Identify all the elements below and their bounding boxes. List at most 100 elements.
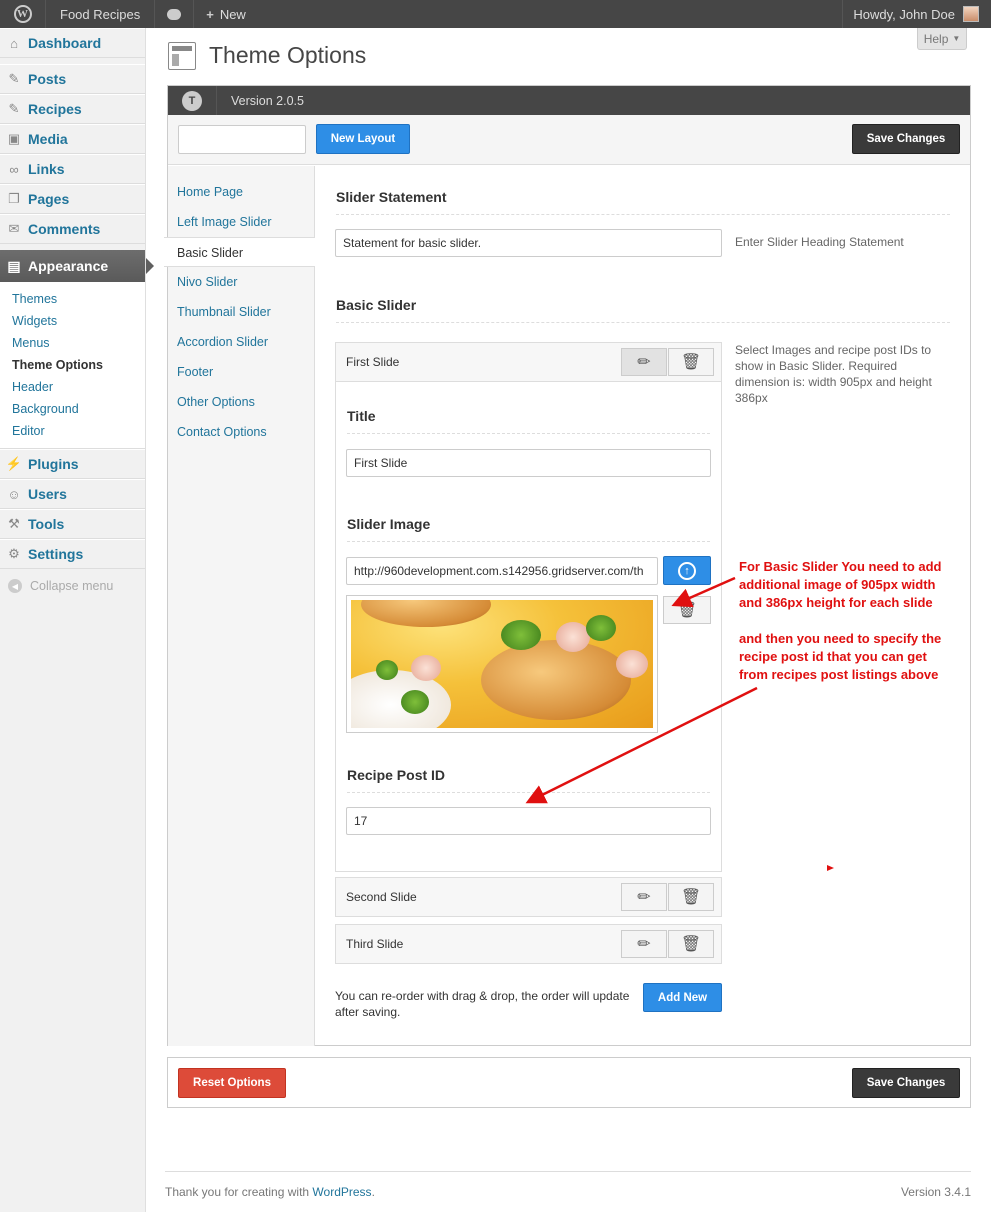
- settings-icon: ⚙: [8, 546, 20, 561]
- new-content-button[interactable]: + New: [194, 0, 258, 28]
- slider-statement-input[interactable]: Statement for basic slider.: [335, 229, 722, 257]
- submenu-item-widgets[interactable]: Widgets: [0, 310, 145, 332]
- collapse-arrow-icon: ◀: [8, 579, 22, 593]
- options-nav-accordion-slider[interactable]: Accordion Slider: [168, 327, 314, 357]
- link-icon: ∞: [9, 161, 19, 177]
- menu-item-recipes[interactable]: ✎ Recipes: [0, 94, 145, 124]
- footer-version: Version 3.4.1: [900, 1185, 971, 1199]
- triangle-down-icon: ▼: [952, 34, 961, 43]
- slider-image-url-input[interactable]: http://960development.com.s142956.gridse…: [346, 557, 658, 585]
- options-nav-contact-options[interactable]: Contact Options: [168, 417, 314, 447]
- annotation-text: For Basic Slider You need to add additio…: [739, 559, 942, 682]
- pencil-icon: ✏: [637, 936, 651, 953]
- menu-item-plugins[interactable]: ⚡ Plugins: [0, 449, 145, 479]
- options-nav-thumbnail-slider[interactable]: Thumbnail Slider: [168, 297, 314, 327]
- menu-item-posts[interactable]: ✎ Posts: [0, 64, 145, 94]
- menu-label: Tools: [28, 516, 65, 532]
- comments-button[interactable]: [155, 0, 195, 28]
- menu-item-comments[interactable]: ✉ Comments: [0, 214, 145, 244]
- reorder-note: You can re-order with drag & drop, the o…: [335, 989, 630, 1019]
- upload-arrow-icon: ↑: [678, 561, 696, 580]
- save-changes-button[interactable]: Save Changes: [852, 124, 960, 154]
- recipe-post-id-label: Recipe Post ID: [347, 767, 446, 783]
- new-layout-button[interactable]: New Layout: [316, 124, 410, 154]
- menu-item-media[interactable]: ▣ Media: [0, 124, 145, 154]
- collapse-label: Collapse menu: [30, 579, 114, 593]
- slide-title: Third Slide: [346, 937, 404, 951]
- admin-bar: W Food Recipes + New Howdy, John Doe: [0, 0, 991, 28]
- food-photo: [351, 600, 653, 728]
- reset-options-button[interactable]: Reset Options: [178, 1068, 286, 1098]
- layout-name-input[interactable]: [178, 125, 306, 154]
- edit-slide-button[interactable]: ✏: [621, 930, 667, 958]
- menu-item-tools[interactable]: ⚒ Tools: [0, 509, 145, 539]
- options-nav-other-options[interactable]: Other Options: [168, 387, 314, 417]
- dashboard-icon: ⌂: [10, 35, 18, 51]
- recipe-post-id-input[interactable]: 17: [346, 807, 711, 835]
- wordpress-link[interactable]: WordPress: [312, 1185, 371, 1199]
- options-nav-home-page[interactable]: Home Page: [168, 177, 314, 207]
- version-label: Version 2.0.5: [231, 93, 304, 108]
- slide-title-input[interactable]: First Slide: [346, 449, 711, 477]
- wordpress-icon: W: [13, 5, 32, 23]
- plus-icon: +: [206, 6, 214, 22]
- delete-slide-button[interactable]: 🗑: [668, 883, 714, 911]
- menu-label: Appearance: [28, 258, 109, 274]
- collapse-menu-button[interactable]: ◀ Collapse menu: [0, 569, 145, 603]
- tools-icon: ⚒: [8, 516, 20, 531]
- menu-item-appearance[interactable]: ▤ Appearance: [0, 250, 154, 282]
- admin-sidebar: ⌂ Dashboard ✎ Posts ✎ Recipes ▣ Media ∞ …: [0, 28, 154, 1212]
- add-new-slide-button[interactable]: Add New: [643, 983, 722, 1012]
- menu-item-pages[interactable]: ❐ Pages: [0, 184, 145, 214]
- submenu-item-theme-options[interactable]: Theme Options: [0, 354, 145, 376]
- options-footer-bar: Reset Options Save Changes: [167, 1057, 971, 1108]
- menu-item-users[interactable]: ☺ Users: [0, 479, 145, 509]
- menu-item-dashboard[interactable]: ⌂ Dashboard: [0, 28, 145, 58]
- submenu-item-header[interactable]: Header: [0, 376, 145, 398]
- theme-options-page-icon: [168, 42, 196, 70]
- delete-slide-button[interactable]: 🗑: [668, 930, 714, 958]
- options-nav-footer[interactable]: Footer: [168, 357, 314, 387]
- submenu-item-background[interactable]: Background: [0, 398, 145, 420]
- trash-icon: 🗑: [676, 602, 698, 619]
- plug-icon: ⚡: [5, 456, 23, 471]
- menu-item-settings[interactable]: ⚙ Settings: [0, 539, 145, 569]
- trash-icon: 🗑: [680, 354, 702, 371]
- media-icon: ▣: [7, 131, 21, 146]
- submenu-item-menus[interactable]: Menus: [0, 332, 145, 354]
- menu-label: Dashboard: [28, 35, 102, 51]
- delete-slide-button[interactable]: 🗑: [668, 348, 714, 376]
- site-name-link[interactable]: Food Recipes: [46, 0, 156, 28]
- menu-label: Posts: [28, 71, 67, 87]
- panel-toolbar: New Layout Save Changes: [168, 115, 970, 165]
- upload-image-button[interactable]: ↑: [663, 556, 711, 585]
- help-tab-button[interactable]: Help ▼: [917, 28, 967, 50]
- slider-statement-description: Enter Slider Heading Statement: [735, 235, 904, 249]
- options-nav-nivo-slider[interactable]: Nivo Slider: [168, 267, 314, 297]
- save-changes-bottom-button[interactable]: Save Changes: [852, 1068, 960, 1098]
- slider-statement-heading: Slider Statement: [336, 189, 447, 205]
- basic-slider-heading: Basic Slider: [336, 297, 417, 313]
- options-nav: Home Page Left Image Slider Basic Slider…: [164, 166, 315, 1046]
- remove-image-button[interactable]: 🗑: [663, 596, 711, 624]
- submenu-item-themes[interactable]: Themes: [0, 288, 145, 310]
- edit-slide-button[interactable]: ✏: [621, 348, 667, 376]
- trash-icon: 🗑: [680, 936, 702, 953]
- pencil-icon: ✏: [637, 354, 651, 371]
- options-nav-left-image-slider[interactable]: Left Image Slider: [168, 207, 314, 237]
- trash-icon: 🗑: [680, 889, 702, 906]
- footer-period: .: [371, 1185, 375, 1199]
- appearance-icon: ▤: [7, 257, 21, 274]
- appearance-submenu: Themes Widgets Menus Theme Options Heade…: [0, 282, 145, 449]
- menu-label: Users: [28, 486, 67, 502]
- my-account-menu[interactable]: Howdy, John Doe: [842, 0, 991, 28]
- users-icon: ☺: [7, 486, 21, 502]
- wordpress-logo-button[interactable]: W: [0, 0, 46, 28]
- menu-item-links[interactable]: ∞ Links: [0, 154, 145, 184]
- page-title: Theme Options: [209, 42, 367, 68]
- submenu-item-editor[interactable]: Editor: [0, 420, 145, 442]
- slide-title: Second Slide: [346, 890, 417, 904]
- options-nav-basic-slider[interactable]: Basic Slider: [164, 237, 315, 267]
- edit-slide-button[interactable]: ✏: [621, 883, 667, 911]
- pencil-icon: ✏: [637, 889, 651, 906]
